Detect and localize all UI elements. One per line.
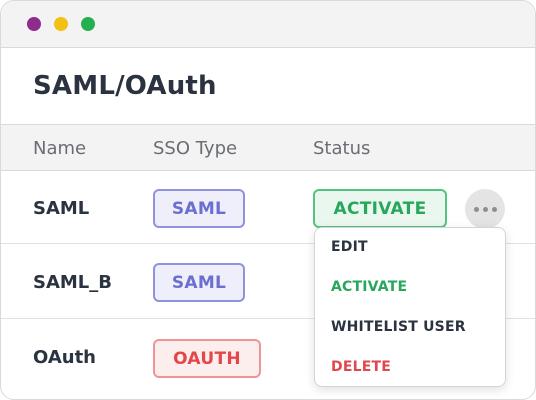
table-header: Name SSO Type Status (1, 124, 535, 171)
row-name: SAML (33, 198, 90, 219)
menu-item-edit[interactable]: EDIT (331, 239, 368, 255)
menu-item-delete[interactable]: DELETE (331, 359, 391, 375)
more-horizontal-icon (473, 206, 497, 212)
title-bar (1, 1, 535, 48)
sso-type-badge: OAUTH (153, 339, 261, 378)
activate-status-button[interactable]: ACTIVATE (313, 189, 447, 228)
sso-type-badge: SAML (153, 189, 245, 228)
row-name: OAuth (33, 347, 96, 368)
more-options-button[interactable] (465, 189, 505, 229)
column-header-status: Status (313, 138, 371, 159)
window-maximize-button[interactable] (81, 17, 95, 31)
row-name: SAML_B (33, 272, 112, 293)
sso-window: SAML/OAuth Name SSO Type Status SAML SAM… (0, 0, 536, 400)
row-actions-menu: EDIT ACTIVATE WHITELIST USER DELETE (314, 227, 506, 387)
column-header-sso-type: SSO Type (153, 138, 238, 159)
column-header-name: Name (33, 138, 87, 159)
page-title: SAML/OAuth (33, 71, 217, 101)
window-close-button[interactable] (27, 17, 41, 31)
sso-type-badge: SAML (153, 263, 245, 302)
window-minimize-button[interactable] (54, 17, 68, 31)
menu-item-whitelist-user[interactable]: WHITELIST USER (331, 319, 466, 335)
menu-item-activate[interactable]: ACTIVATE (331, 279, 407, 295)
